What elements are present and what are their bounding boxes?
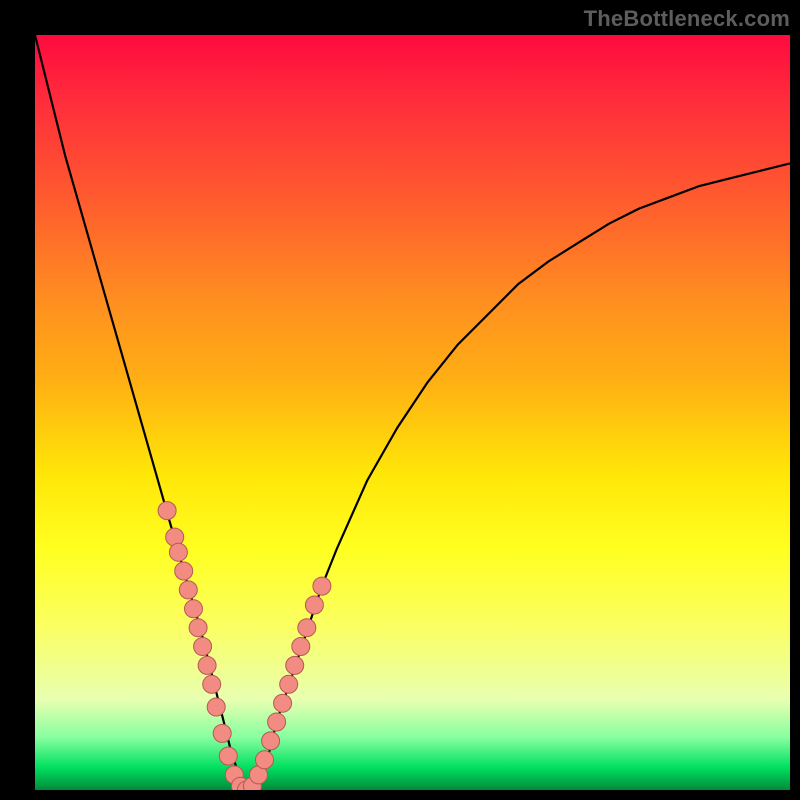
scatter-dot	[189, 619, 207, 637]
scatter-dot	[280, 675, 298, 693]
scatter-dot	[268, 713, 286, 731]
scatter-dot	[203, 675, 221, 693]
scatter-dot	[169, 543, 187, 561]
chart-overlay-svg	[35, 35, 790, 790]
scatter-dot	[292, 638, 310, 656]
bottleneck-curve	[35, 35, 790, 790]
watermark-text: TheBottleneck.com	[584, 6, 790, 32]
scatter-dot	[286, 656, 304, 674]
scatter-dot	[305, 596, 323, 614]
scatter-dot	[213, 724, 231, 742]
scatter-dot	[313, 577, 331, 595]
scatter-dot	[175, 562, 193, 580]
scatter-dot	[185, 600, 203, 618]
scatter-dot	[158, 502, 176, 520]
scatter-dot	[207, 698, 225, 716]
chart-stage: TheBottleneck.com	[0, 0, 800, 800]
scatter-dot	[198, 656, 216, 674]
scatter-dot	[194, 638, 212, 656]
scatter-dots-group	[158, 502, 331, 790]
scatter-dot	[179, 581, 197, 599]
scatter-dot	[298, 619, 316, 637]
scatter-dot	[256, 751, 274, 769]
scatter-dot	[219, 747, 237, 765]
scatter-dot	[262, 732, 280, 750]
scatter-dot	[274, 694, 292, 712]
